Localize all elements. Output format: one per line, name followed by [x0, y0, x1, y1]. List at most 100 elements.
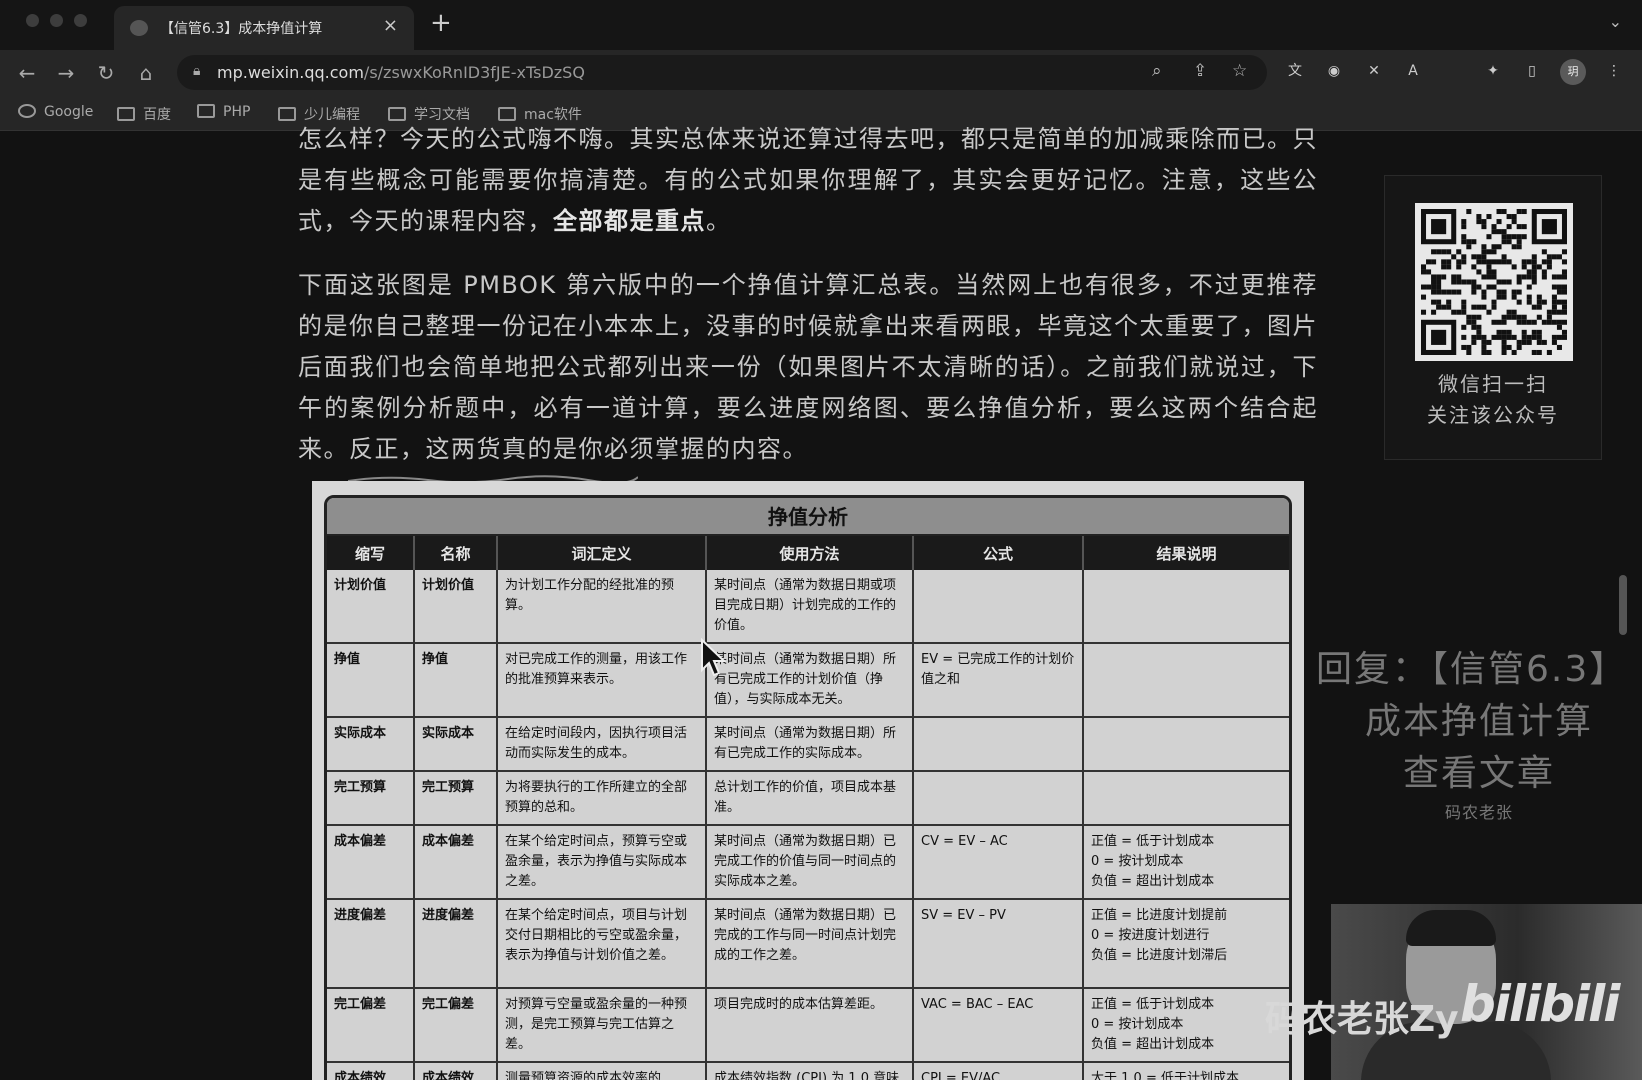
column-header: 词汇定义	[497, 536, 707, 570]
reply-line1: 回复：【信管6.3】	[1316, 649, 1628, 690]
tab-search-chevron-icon[interactable]: ⌄	[1609, 12, 1622, 31]
extensions-puzzle-icon[interactable]: ✦	[1482, 60, 1504, 82]
reply-author: 码农老张	[1444, 803, 1513, 822]
bilibili-logo: bilibili	[1460, 975, 1620, 1033]
cell-result	[1083, 771, 1289, 826]
cell-result	[1083, 643, 1289, 718]
bookmark-label: Google	[44, 104, 94, 120]
reload-icon[interactable]: ↻	[91, 58, 121, 88]
translate-extension-icon[interactable]: 文	[1284, 60, 1306, 82]
qr-code-icon	[1421, 209, 1567, 355]
page-scrollbar[interactable]	[1619, 575, 1627, 635]
bookmark-label: PHP	[223, 104, 251, 120]
cell-definition: 对预算亏空量或盈余量的一种预测，是完工预算与完工估算之差。	[497, 988, 707, 1063]
qr-caption-line1: 微信扫一扫	[1438, 372, 1548, 396]
window-close-button[interactable]	[26, 14, 39, 27]
forward-arrow-icon[interactable]: →	[51, 58, 81, 88]
paragraph-intro: 怎么样？今天的公式嗨不嗨。其实总体来说还算过得去吧，都只是简单的加减乘除而已。只…	[298, 119, 1318, 242]
emphasis-text: 全部都是重点	[553, 207, 706, 235]
cell-formula	[913, 570, 1084, 644]
cell-name: 进度偏差	[414, 899, 498, 989]
cell-formula: SV = EV – PV	[913, 899, 1084, 989]
table-row: 成本偏差 成本偏差 在某个给定时间点，预算亏空或盈余量，表示为挣值与实际成本之差。某…	[327, 825, 1289, 900]
cell-name: 计划价值	[414, 570, 498, 644]
bookmark-google[interactable]: Google	[18, 104, 93, 120]
home-icon[interactable]: ⌂	[131, 58, 161, 88]
cell-usage: 某时间点（通常为数据日期或项目完成日期）计划完成的工作的价值。	[706, 570, 914, 644]
share-icon[interactable]: ⇪	[1193, 61, 1207, 81]
extension-a-icon[interactable]: A	[1402, 60, 1424, 82]
cell-usage: 某时间点（通常为数据日期）所有已完成工作的实际成本。	[706, 717, 914, 772]
zoom-icon[interactable]: ⌕	[1152, 61, 1162, 81]
cell-abbr: 成本绩效	[327, 1062, 415, 1080]
cell-formula: CPI = EV/AC	[913, 1062, 1084, 1080]
column-header: 缩写	[327, 536, 415, 570]
window-maximize-button[interactable]	[74, 14, 87, 27]
cell-definition: 在某个给定时间点，项目与计划交付日期相比的亏空或盈余量，表示为挣值与计划价值之差…	[497, 899, 707, 989]
tab-active[interactable]: 【信管6.3】成本挣值计算 ×	[114, 6, 414, 50]
cell-usage: 成本绩效指数 (CPI) 为 1.0 意味	[706, 1062, 914, 1080]
bookmark-baidu[interactable]: 百度	[117, 104, 171, 124]
cell-usage: 某时间点（通常为数据日期）所有已完成工作的计划价值（挣值），与实际成本无关。	[706, 643, 914, 718]
table-row: 计划价值 计划价值 为计划工作分配的经批准的预算。 某时间点（通常为数据日期或项目完成…	[327, 570, 1289, 644]
bookmark-star-icon[interactable]: ☆	[1232, 61, 1247, 81]
cell-usage: 总计划工作的价值，项目成本基准。	[706, 771, 914, 826]
tab-title: 【信管6.3】成本挣值计算	[160, 21, 323, 37]
cell-abbr: 实际成本	[327, 717, 415, 772]
cell-formula	[913, 771, 1084, 826]
new-tab-button[interactable]: +	[430, 8, 452, 38]
cell-abbr: 成本偏差	[327, 825, 415, 900]
cell-formula: EV = 已完成工作的计划价值之和	[913, 643, 1084, 718]
column-header: 公式	[913, 536, 1084, 570]
paragraph-text: 怎么样？今天的公式嗨不嗨。其实总体来说还算过得去吧，都只是简单的加减乘除而已。只…	[298, 125, 1318, 235]
reply-line3: 查看文章	[1402, 753, 1555, 794]
cell-result	[1083, 570, 1289, 644]
extension-circle-icon[interactable]: ◉	[1323, 60, 1345, 82]
tab-close-button[interactable]: ×	[383, 15, 398, 36]
reply-line2: 成本挣值计算	[1364, 701, 1593, 742]
cell-result: 正值 = 低于计划成本 0 = 按计划成本 负值 = 超出计划成本	[1083, 825, 1289, 900]
lock-icon[interactable]: 🔒︎	[193, 63, 200, 79]
cell-usage: 某时间点（通常为数据日期）已完成工作的价值与同一时间点的实际成本之差。	[706, 825, 914, 900]
folder-icon	[197, 104, 215, 118]
cell-result: 大于 1.0 = 低于计划成本	[1083, 1062, 1289, 1080]
address-bar[interactable]: 🔒︎ mp.weixin.qq.com/s/zswxKoRnID3fJE-xTs…	[177, 55, 1267, 90]
cell-formula: VAC = BAC – EAC	[913, 988, 1084, 1063]
url-path: /s/zswxKoRnID3fJE-xTsDzSQ	[363, 63, 585, 82]
profile-avatar[interactable]: 玥	[1560, 59, 1586, 85]
table-header-row: 缩写 名称 词汇定义 使用方法 公式 结果说明	[327, 536, 1289, 570]
qr-card: 微信扫一扫 关注该公众号	[1384, 175, 1602, 460]
table-row: 实际成本 实际成本 在给定时间段内，因执行项目活动而实际发生的成本。 某时间点（通常为…	[327, 717, 1289, 772]
column-header: 名称	[414, 536, 498, 570]
mouse-cursor-icon	[701, 638, 726, 677]
window-minimize-button[interactable]	[50, 14, 63, 27]
side-panel-icon[interactable]: ▯	[1521, 60, 1543, 82]
table-title: 挣值分析	[327, 498, 1289, 536]
cell-name: 成本偏差	[414, 825, 498, 900]
bookmark-php[interactable]: PHP	[197, 104, 250, 120]
cell-name: 挣值	[414, 643, 498, 718]
google-icon	[18, 104, 36, 118]
presenter-hair	[1406, 910, 1496, 946]
cell-abbr: 完工预算	[327, 771, 415, 826]
cell-definition: 在某个给定时间点，预算亏空或盈余量，表示为挣值与实际成本之差。	[497, 825, 707, 900]
cell-usage: 某时间点（通常为数据日期）已完成的工作与同一时间点计划完成的工作之差。	[706, 899, 914, 989]
cell-definition: 测量预算资源的成本效率的	[497, 1062, 707, 1080]
extension-x-icon[interactable]: ✕	[1363, 60, 1385, 82]
reply-overlay: 回复：【信管6.3】 成本挣值计算 查看文章 码农老张	[1316, 644, 1642, 826]
paragraph-pmbok: 下面这张图是 PMBOK 第六版中的一个挣值计算汇总表。当然网上也有很多，不过更…	[298, 271, 1318, 463]
url-text[interactable]: mp.weixin.qq.com/s/zswxKoRnID3fJE-xTsDzS…	[217, 63, 585, 82]
cell-formula: CV = EV – AC	[913, 825, 1084, 900]
cell-name: 完工预算	[414, 771, 498, 826]
paragraph-end: 。	[706, 207, 732, 235]
table-row: 完工预算 完工预算 为将要执行的工作所建立的全部预算的总和。 总计划工作的价值，项目成…	[327, 771, 1289, 826]
menu-kebab-icon[interactable]: ⋮	[1603, 60, 1625, 82]
table-row: 进度偏差 进度偏差 在某个给定时间点，项目与计划交付日期相比的亏空或盈余量，表示为挣…	[327, 899, 1289, 989]
cell-abbr: 进度偏差	[327, 899, 415, 989]
toolbar: ← → ↻ ⌂ 🔒︎ mp.weixin.qq.com/s/zswxKoRnID…	[0, 50, 1642, 96]
cell-definition: 对已完成工作的测量，用该工作的批准预算来表示。	[497, 643, 707, 718]
bookmark-label: 百度	[143, 107, 171, 123]
uploader-watermark: 码农老张Zy	[1265, 999, 1459, 1040]
back-arrow-icon[interactable]: ←	[12, 58, 42, 88]
cell-name: 实际成本	[414, 717, 498, 772]
